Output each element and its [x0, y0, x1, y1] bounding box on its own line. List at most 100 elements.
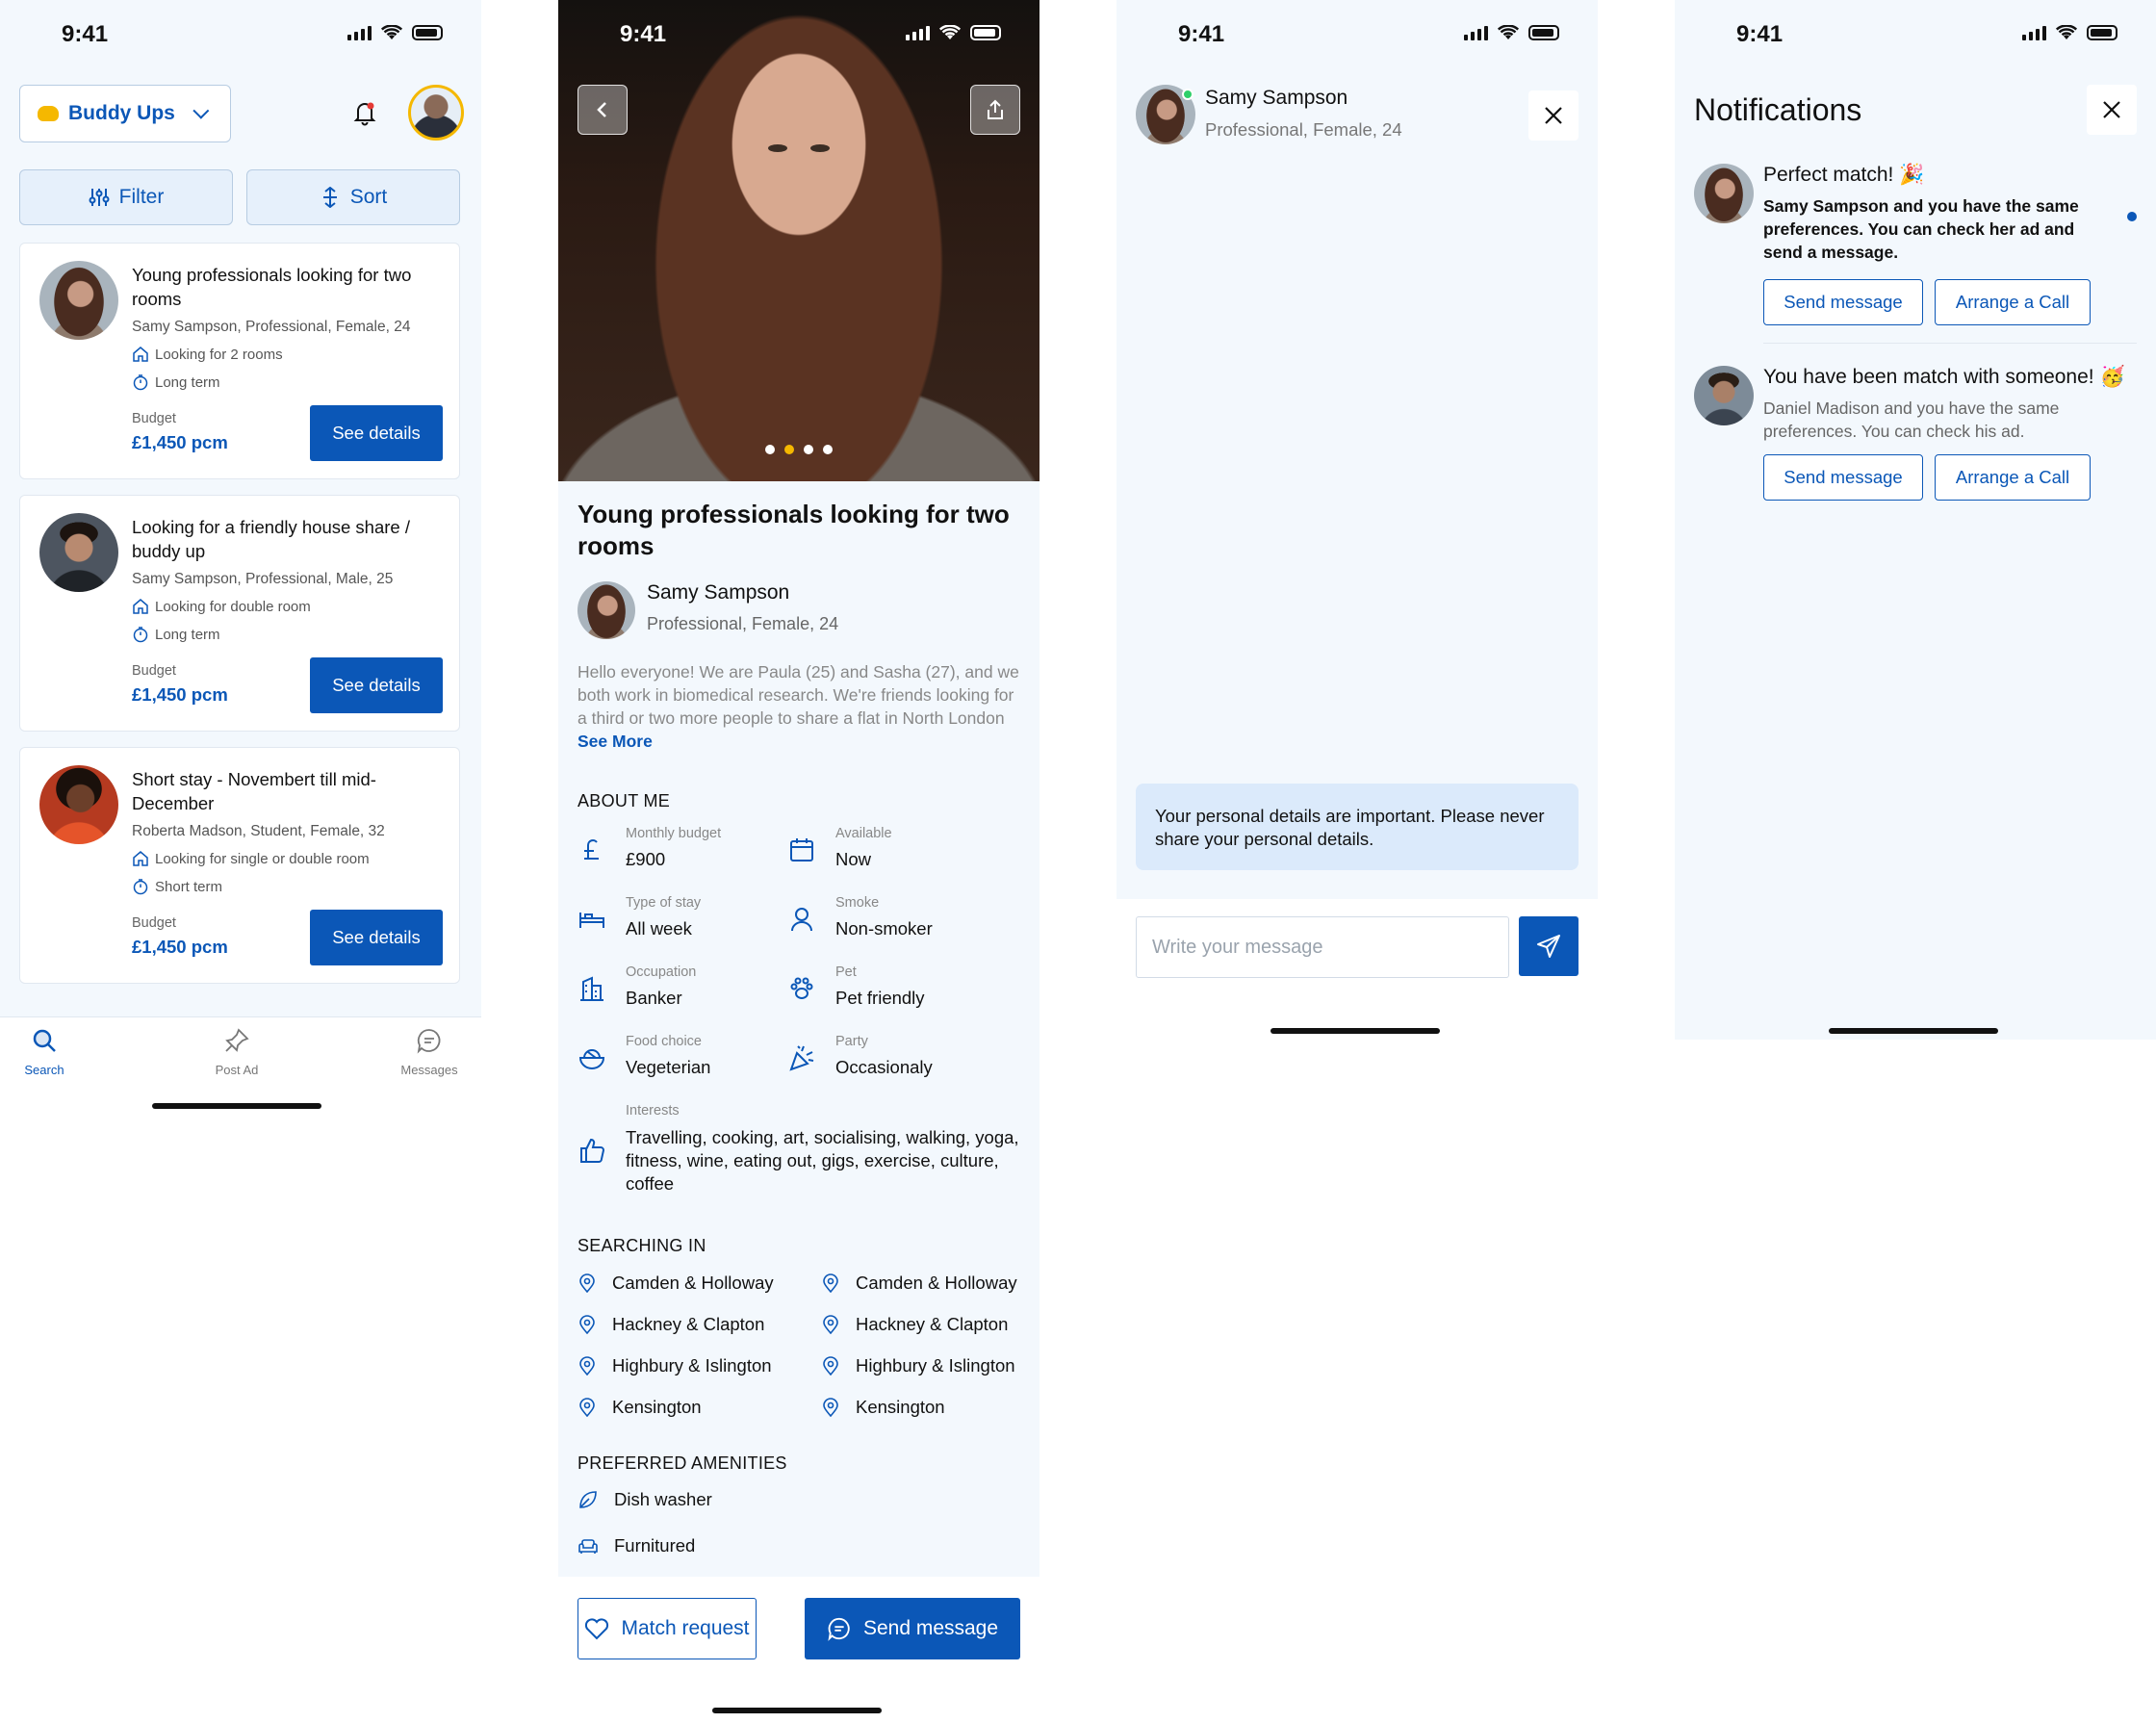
brand-selector[interactable]: Buddy Ups	[19, 85, 231, 142]
search-area: Hackney & Clapton	[821, 1314, 1008, 1335]
photo-detail	[768, 144, 787, 152]
photo-pagination[interactable]	[765, 445, 833, 454]
photo-detail	[810, 144, 830, 152]
send-message-button[interactable]: Send message	[1763, 454, 1923, 501]
about-interests: Interests Travelling, cooking, art, socia…	[578, 1103, 1020, 1196]
send-message-button[interactable]: Send message	[805, 1598, 1020, 1659]
search-area: Camden & Holloway	[578, 1273, 774, 1294]
page-dot-active[interactable]	[784, 445, 794, 454]
share-button[interactable]	[970, 85, 1020, 135]
chat-screen: 9:41 Samy Sampson Professional, Female, …	[1116, 0, 1598, 1040]
budget-value: £1,450 pcm	[132, 432, 228, 452]
budget-label: Budget	[132, 915, 176, 931]
message-input[interactable]	[1136, 916, 1509, 978]
tab-messages[interactable]: Messages	[381, 1027, 477, 1077]
close-button[interactable]	[1528, 90, 1578, 141]
listing-photo[interactable]	[558, 0, 1040, 481]
owner-meta: Professional, Female, 24	[647, 614, 839, 633]
listing-looking: Looking for 2 rooms	[132, 346, 283, 363]
chevron-left-icon	[597, 102, 606, 117]
send-button[interactable]	[1519, 916, 1578, 976]
location-pin-icon	[579, 1398, 595, 1417]
search-area: Kensington	[821, 1397, 945, 1418]
home-icon	[133, 599, 148, 614]
listing-avatar	[39, 261, 118, 340]
arrange-call-button[interactable]: Arrange a Call	[1935, 279, 2091, 325]
search-area: Highbury & Islington	[578, 1355, 772, 1376]
home-indicator	[1270, 1028, 1440, 1034]
listing-card[interactable]: Looking for a friendly house share / bud…	[19, 495, 460, 732]
about-pet: Pet Pet friendly	[787, 964, 999, 1022]
page-title: Notifications	[1694, 92, 1862, 127]
listing-term: Short term	[132, 878, 222, 895]
notification-item[interactable]: Perfect match! 🎉 Samy Sampson and you ha…	[1694, 164, 2137, 356]
budget-label: Budget	[132, 663, 176, 679]
search-area: Kensington	[578, 1397, 702, 1418]
notification-heading: Perfect match! 🎉	[1763, 164, 1925, 186]
see-details-button[interactable]: See details	[310, 910, 443, 965]
listing-card[interactable]: Young professionals looking for two room…	[19, 243, 460, 479]
search-area: Highbury & Islington	[821, 1355, 1015, 1376]
see-more-link[interactable]: See More	[578, 732, 653, 751]
status-bar: 9:41	[0, 0, 481, 67]
home-icon	[133, 851, 148, 866]
party-icon	[789, 1045, 814, 1071]
back-button[interactable]	[578, 85, 628, 135]
search-area: Camden & Holloway	[821, 1273, 1017, 1294]
page-dot[interactable]	[823, 445, 833, 454]
tab-label: Search	[24, 1063, 64, 1077]
status-bar: 9:41	[1116, 0, 1598, 67]
chat-icon	[828, 1617, 850, 1641]
timer-icon	[133, 374, 148, 391]
notification-body: Samy Sampson and you have the same prefe…	[1763, 196, 2079, 262]
about-heading: ABOUT ME	[578, 791, 671, 810]
tab-post-ad[interactable]: Post Ad	[189, 1027, 285, 1077]
signal-icon	[906, 25, 930, 40]
user-avatar[interactable]	[408, 85, 464, 141]
listing-avatar	[39, 765, 118, 844]
sofa-icon	[578, 1539, 598, 1554]
close-button[interactable]	[2087, 85, 2137, 135]
heart-icon	[585, 1618, 609, 1640]
about-budget: Monthly budget £900	[578, 826, 789, 884]
emoji-hand-icon	[38, 106, 59, 121]
notification-avatar	[1694, 164, 1754, 223]
listing-looking: Looking for single or double room	[132, 850, 370, 867]
timer-icon	[133, 879, 148, 895]
home-indicator	[1829, 1028, 1998, 1034]
match-request-button[interactable]: Match request	[578, 1598, 757, 1659]
unread-dot	[2127, 212, 2137, 221]
amenity-item: Dish washer	[578, 1489, 712, 1510]
listing-card[interactable]: Short stay - Novembert till mid-December…	[19, 747, 460, 984]
owner-avatar[interactable]	[578, 581, 635, 639]
location-pin-icon	[579, 1356, 595, 1376]
brand-label: Buddy Ups	[68, 102, 175, 124]
bowl-icon	[578, 1049, 605, 1069]
see-details-button[interactable]: See details	[310, 405, 443, 461]
status-time: 9:41	[62, 21, 109, 47]
leaf-icon	[579, 1491, 597, 1508]
notification-item[interactable]: You have been match with someone! 🥳 Dani…	[1694, 366, 2137, 501]
online-status-dot	[1182, 89, 1194, 100]
pin-icon	[225, 1028, 249, 1052]
see-details-button[interactable]: See details	[310, 657, 443, 713]
status-bar: 9:41	[558, 0, 1040, 67]
about-party: Party Occasionaly	[787, 1034, 999, 1092]
listing-detail-screen: 9:41 Young professionals looking for two…	[558, 0, 1040, 1723]
arrange-call-button[interactable]: Arrange a Call	[1935, 454, 2091, 501]
status-time: 9:41	[1736, 21, 1784, 47]
listing-term: Long term	[132, 373, 220, 391]
filter-button[interactable]: Filter	[19, 169, 233, 225]
budget-label: Budget	[132, 411, 176, 426]
battery-icon	[970, 25, 1001, 40]
send-message-button[interactable]: Send message	[1763, 279, 1923, 325]
bell-icon[interactable]	[350, 98, 379, 127]
page-dot[interactable]	[804, 445, 813, 454]
home-icon	[133, 347, 148, 362]
about-type-of-stay: Type of stay All week	[578, 895, 789, 953]
sort-button[interactable]: Sort	[246, 169, 460, 225]
sliders-icon	[89, 189, 110, 206]
listing-title: Young professionals looking for two room…	[578, 500, 1010, 560]
tab-search[interactable]: Search	[0, 1027, 92, 1077]
page-dot[interactable]	[765, 445, 775, 454]
